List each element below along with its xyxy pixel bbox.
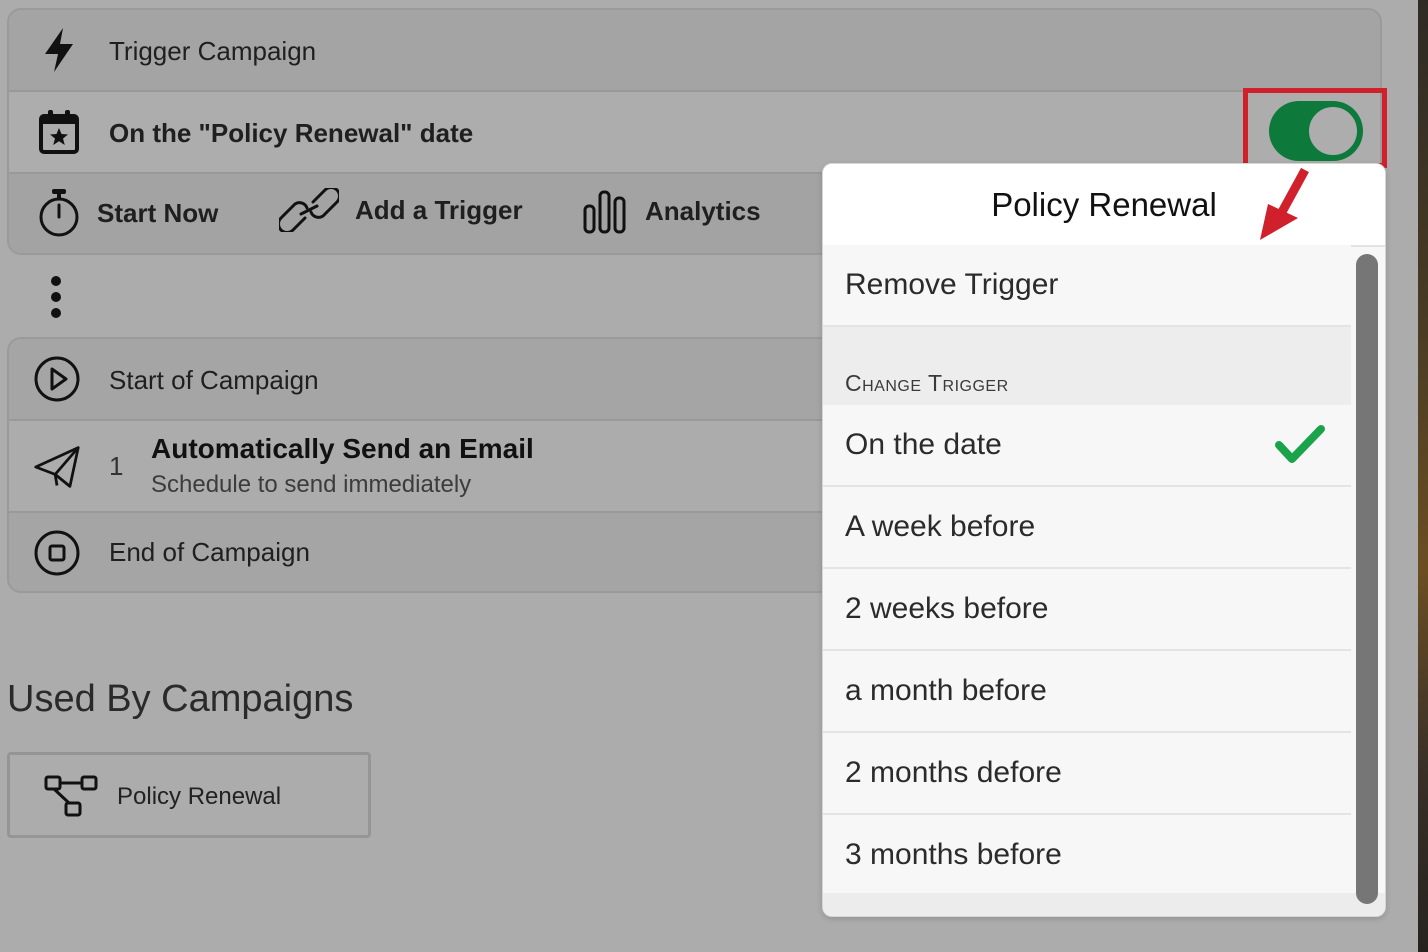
trigger-campaign-label: Trigger Campaign	[109, 36, 317, 66]
add-trigger-button[interactable]: Add a Trigger	[279, 188, 523, 232]
trigger-option-label: 2 weeks before	[845, 592, 1049, 625]
annotation-arrow-icon	[1250, 160, 1312, 249]
link-icon	[279, 188, 339, 232]
trigger-option-label: a month before	[845, 674, 1047, 707]
start-of-campaign-label: Start of Campaign	[109, 365, 319, 395]
send-icon	[33, 443, 81, 491]
remove-trigger-label: Remove Trigger	[845, 268, 1059, 301]
trigger-option-two-months-before[interactable]: 2 months defore	[823, 733, 1351, 815]
calendar-star-icon	[35, 108, 83, 156]
used-by-campaign-name: Policy Renewal	[117, 783, 282, 810]
change-trigger-section-header: Change Trigger	[823, 327, 1351, 405]
trigger-option-label: 3 months before	[845, 838, 1062, 871]
trigger-campaign-header: Trigger Campaign	[9, 10, 1380, 92]
stop-circle-icon	[33, 529, 81, 577]
analytics-button[interactable]: Analytics	[581, 188, 761, 234]
analytics-label: Analytics	[645, 195, 761, 226]
change-trigger-label: Change Trigger	[845, 370, 1009, 396]
background-window-edge	[1418, 0, 1428, 952]
remove-trigger-option[interactable]: Remove Trigger	[823, 245, 1351, 327]
trigger-option-label: A week before	[845, 510, 1036, 543]
checkmark-icon	[1275, 423, 1325, 473]
more-vertical-icon[interactable]	[46, 276, 66, 318]
trigger-option-two-weeks-before[interactable]: 2 weeks before	[823, 569, 1351, 651]
trigger-option-month-before[interactable]: a month before	[823, 651, 1351, 733]
trigger-description: On the "Policy Renewal" date	[109, 118, 474, 148]
used-by-campaign-item[interactable]: Policy Renewal	[7, 752, 371, 838]
trigger-option-label: On the date	[845, 428, 1002, 461]
play-circle-icon	[33, 355, 81, 403]
step-title: Automatically Send an Email	[151, 433, 534, 464]
trigger-option-label: 2 months defore	[845, 756, 1062, 789]
annotation-highlight-box	[1243, 88, 1387, 168]
popover-options-list: Remove Trigger Change Trigger On the dat…	[823, 245, 1351, 895]
step-subtitle: Schedule to send immediately	[151, 471, 472, 498]
popover-scrollbar[interactable]	[1356, 254, 1378, 904]
trigger-option-three-months-before[interactable]: 3 months before	[823, 815, 1351, 895]
trigger-options-popover: Policy Renewal Remove Trigger Change Tri…	[822, 163, 1386, 917]
stopwatch-icon	[37, 188, 81, 238]
step-number: 1	[109, 451, 124, 481]
lightning-icon	[35, 26, 83, 74]
popover-footer	[823, 893, 1385, 916]
end-of-campaign-label: End of Campaign	[109, 537, 310, 567]
trigger-option-on-the-date[interactable]: On the date	[823, 405, 1351, 487]
workflow-icon	[44, 775, 100, 824]
trigger-option-week-before[interactable]: A week before	[823, 487, 1351, 569]
trigger-row[interactable]: On the "Policy Renewal" date	[9, 92, 1380, 174]
start-now-button[interactable]: Start Now	[37, 188, 218, 238]
start-now-label: Start Now	[97, 197, 219, 228]
bar-chart-icon	[581, 188, 629, 234]
add-trigger-label: Add a Trigger	[355, 194, 523, 225]
used-by-campaigns-heading: Used By Campaigns	[7, 678, 354, 720]
